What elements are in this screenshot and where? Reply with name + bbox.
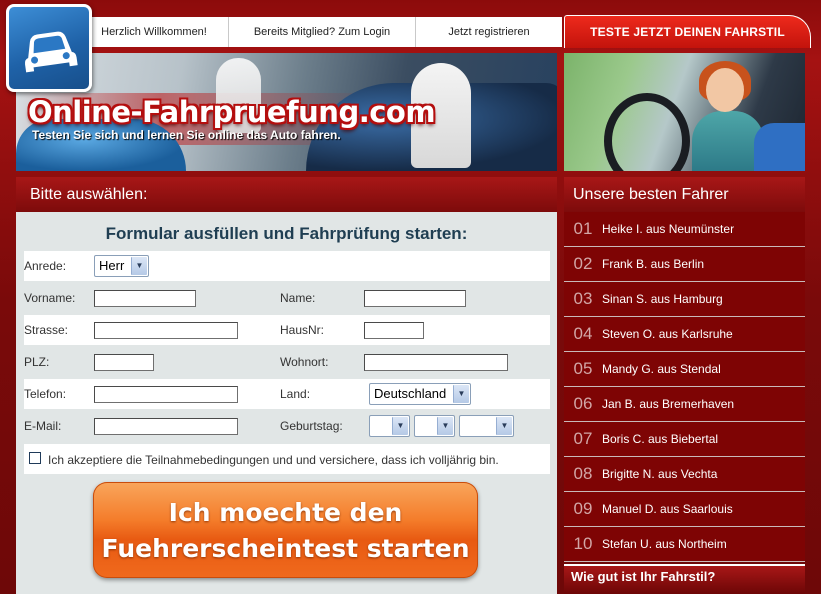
driver-name: Boris C. aus Biebertal <box>602 432 719 446</box>
driver-rank-item[interactable]: 09 Manuel D. aus Saarlouis <box>564 492 805 527</box>
driver-rank-item[interactable]: 01 Heike I. aus Neumünster <box>564 212 805 247</box>
rank-number: 10 <box>573 534 593 553</box>
rank-number: 01 <box>573 219 593 238</box>
email-input[interactable] <box>94 418 238 435</box>
chevron-down-icon: ▼ <box>437 417 453 435</box>
site-logo[interactable] <box>6 4 92 92</box>
land-label: Land: <box>280 387 311 401</box>
start-test-button[interactable]: Ich moechte den Fuehrerscheintest starte… <box>93 482 478 578</box>
car-door <box>754 123 805 171</box>
driver-rank-item[interactable]: 08 Brigitte N. aus Vechta <box>564 457 805 492</box>
rank-number: 02 <box>573 254 593 273</box>
driver-name: Manuel D. aus Saarlouis <box>602 502 733 516</box>
steering-wheel <box>604 93 690 171</box>
nav-login-link[interactable]: Bereits Mitglied? Zum Login <box>229 17 416 47</box>
form-row-phone: Telefon: Land: Deutschland ▼ <box>24 379 550 409</box>
email-label: E-Mail: <box>24 419 62 433</box>
birth-day-select[interactable]: ▼ <box>369 415 410 437</box>
best-drivers-heading: Unsere besten Fahrer <box>564 177 805 213</box>
telefon-label: Telefon: <box>24 387 67 401</box>
land-select[interactable]: Deutschland ▼ <box>369 383 471 405</box>
terms-row: Ich akzeptiere die Teilnahmebedingungen … <box>24 444 550 474</box>
car-icon <box>24 31 78 73</box>
strasse-input[interactable] <box>94 322 238 339</box>
form-row-email: E-Mail: Geburtstag: ▼ ▼ ▼ <box>24 411 550 441</box>
telefon-input[interactable] <box>94 386 238 403</box>
hausnr-input[interactable] <box>364 322 424 339</box>
geburtstag-label: Geburtstag: <box>280 419 343 433</box>
driver-name: Stefan U. aus Northeim <box>602 537 727 551</box>
birth-year-select[interactable]: ▼ <box>459 415 514 437</box>
driver-rank-item[interactable]: 05 Mandy G. aus Stendal <box>564 352 805 387</box>
chevron-down-icon: ▼ <box>496 417 512 435</box>
name-label: Name: <box>280 291 316 305</box>
rank-number: 09 <box>573 499 593 518</box>
rank-number: 08 <box>573 464 593 483</box>
form-row-anrede: Anrede: Herr ▼ <box>24 251 550 281</box>
wohnort-label: Wohnort: <box>280 355 329 369</box>
start-button-line2: Fuehrerscheintest starten <box>101 534 470 563</box>
driver-face <box>706 68 744 112</box>
rank-number: 04 <box>573 324 593 343</box>
rank-number: 03 <box>573 289 593 308</box>
vorname-input[interactable] <box>94 290 196 307</box>
site-slogan: Testen Sie sich und lernen Sie online da… <box>32 128 341 142</box>
terms-checkbox[interactable] <box>29 452 41 464</box>
form-row-name: Vorname: Name: <box>24 283 550 313</box>
driver-name: Steven O. aus Karlsruhe <box>602 327 733 341</box>
form-row-city: PLZ: Wohnort: <box>24 347 550 377</box>
registration-form: Formular ausfüllen und Fahrprüfung start… <box>16 212 557 594</box>
vorname-label: Vorname: <box>24 291 76 305</box>
driver-rank-item[interactable]: 06 Jan B. aus Bremerhaven <box>564 387 805 422</box>
driver-rank-item[interactable]: 03 Sinan S. aus Hamburg <box>564 282 805 317</box>
selection-heading: Bitte auswählen: <box>16 177 557 213</box>
name-input[interactable] <box>364 290 466 307</box>
top-navigation: Herzlich Willkommen! Bereits Mitglied? Z… <box>80 17 562 47</box>
rank-number: 06 <box>573 394 593 413</box>
driver-rank-item[interactable]: 07 Boris C. aus Biebertal <box>564 422 805 457</box>
plz-label: PLZ: <box>24 355 50 369</box>
start-button-line1: Ich moechte den <box>168 498 403 527</box>
chevron-down-icon: ▼ <box>131 257 147 275</box>
chevron-down-icon: ▼ <box>453 385 469 403</box>
nav-welcome-link[interactable]: Herzlich Willkommen! <box>80 17 229 47</box>
driver-rank-item[interactable]: 04 Steven O. aus Karlsruhe <box>564 317 805 352</box>
birth-month-select[interactable]: ▼ <box>414 415 455 437</box>
hausnr-label: HausNr: <box>280 323 325 337</box>
anrede-label: Anrede: <box>24 259 67 273</box>
driving-style-heading: Wie gut ist Ihr Fahrstil? <box>564 564 805 594</box>
strasse-label: Strasse: <box>24 323 69 337</box>
driver-rank-item[interactable]: 02 Frank B. aus Berlin <box>564 247 805 282</box>
driver-name: Jan B. aus Bremerhaven <box>602 397 735 411</box>
driver-photo-banner <box>564 53 805 171</box>
driver-name: Sinan S. aus Hamburg <box>602 292 723 306</box>
driver-name: Brigitte N. aus Vechta <box>602 467 718 481</box>
rank-number: 07 <box>573 429 593 448</box>
site-title: Online-Fahrpruefung.com <box>28 95 436 129</box>
anrede-select[interactable]: Herr ▼ <box>94 255 149 277</box>
form-row-street: Strasse: HausNr: <box>24 315 550 345</box>
wohnort-input[interactable] <box>364 354 508 371</box>
form-title: Formular ausfüllen und Fahrprüfung start… <box>105 224 468 243</box>
nav-register-link[interactable]: Jetzt registrieren <box>416 17 562 47</box>
header-banner: Online-Fahrpruefung.com Testen Sie sich … <box>16 53 557 171</box>
terms-label: Ich akzeptiere die Teilnahmebedingungen … <box>48 453 499 467</box>
driver-name: Mandy G. aus Stendal <box>602 362 721 376</box>
rank-number: 05 <box>573 359 593 378</box>
anrede-value: Herr <box>99 258 125 273</box>
driver-name: Heike I. aus Neumünster <box>602 222 735 236</box>
driver-name: Frank B. aus Berlin <box>602 257 705 271</box>
test-driving-style-tab[interactable]: TESTE JETZT DEINEN FAHRSTIL <box>564 15 811 48</box>
plz-input[interactable] <box>94 354 154 371</box>
best-drivers-list: 01 Heike I. aus Neumünster 02 Frank B. aus… <box>564 212 805 562</box>
land-value: Deutschland <box>374 386 447 401</box>
chevron-down-icon: ▼ <box>392 417 408 435</box>
driver-rank-item[interactable]: 10 Stefan U. aus Northeim <box>564 527 805 562</box>
